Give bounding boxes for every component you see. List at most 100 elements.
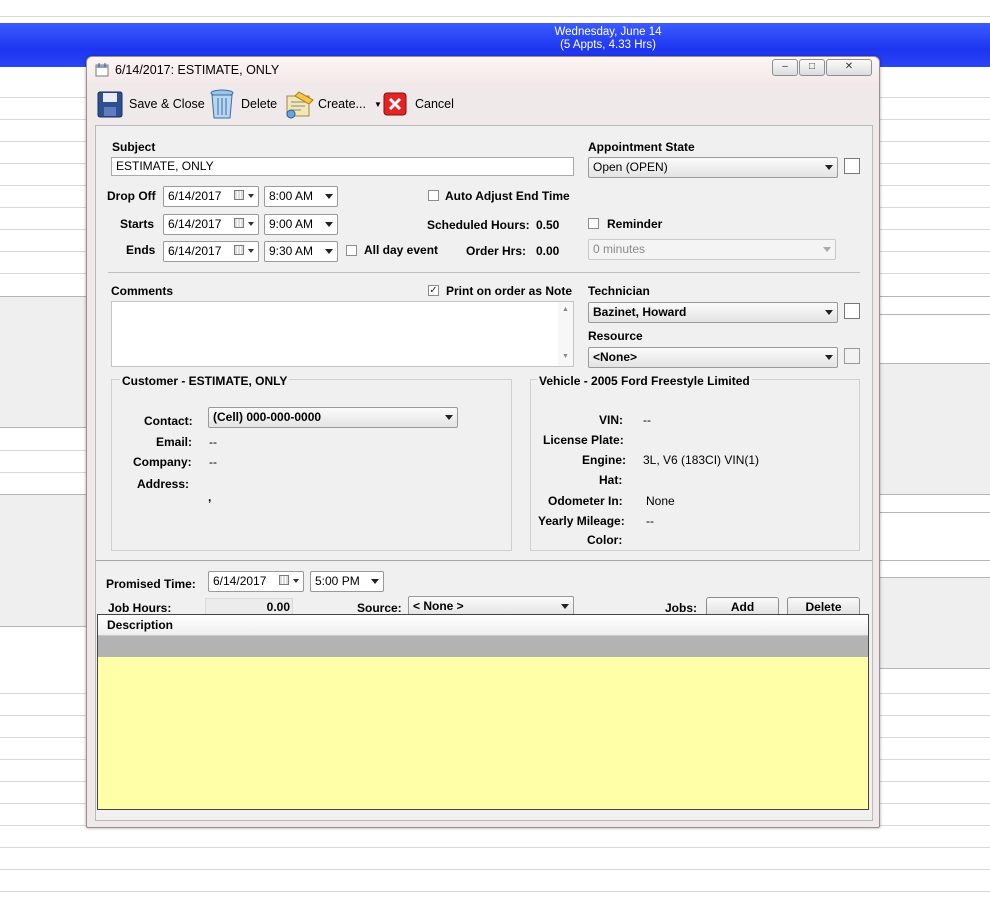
maximize-button[interactable]: □ [799, 59, 825, 76]
print-note-label: Print on order as Note [446, 284, 573, 298]
grid-header: Description [98, 615, 868, 636]
promised-date-value: 6/14/2017 [213, 574, 267, 588]
appointment-state-select[interactable]: Open (OPEN) [588, 157, 838, 178]
chevron-down-icon [823, 247, 831, 252]
engine-value: 3L, V6 (183CI) VIN(1) [643, 453, 760, 467]
close-window-button[interactable]: ✕ [826, 59, 872, 76]
promised-time-label: Promised Time: [106, 577, 196, 591]
source-value: < None > [413, 599, 464, 613]
all-day-label: All day event [364, 243, 439, 257]
print-note-checkbox[interactable]: ✓ [428, 285, 439, 296]
email-label: Email: [156, 435, 193, 449]
dropoff-time-select[interactable]: 8:00 AM [264, 186, 338, 207]
calendar-app-icon [95, 63, 109, 77]
calendar-icon [234, 190, 244, 200]
contact-select[interactable]: (Cell) 000-000-0000 [208, 407, 458, 428]
starts-time-select[interactable]: 9:00 AM [264, 214, 338, 235]
technician-value: Bazinet, Howard [593, 305, 687, 319]
create-label: Create... [318, 97, 366, 111]
reminder-checkbox[interactable] [588, 218, 599, 229]
delete-label: Delete [241, 97, 278, 111]
ends-label: Ends [126, 243, 156, 257]
chevron-down-icon [325, 194, 333, 199]
divider [108, 272, 860, 273]
chevron-down-icon [325, 249, 333, 254]
chevron-down-icon [248, 249, 254, 253]
dropoff-label: Drop Off [107, 189, 156, 203]
vehicle-heading: Vehicle - 2005 Ford Freestyle Limited [537, 374, 752, 388]
company-value: -- [209, 455, 217, 469]
technician-select[interactable]: Bazinet, Howard [588, 302, 838, 323]
scroll-up-icon[interactable]: ▲ [562, 306, 569, 313]
grid-new-row[interactable] [98, 636, 868, 657]
chevron-down-icon [445, 415, 453, 420]
jobs-label: Jobs: [665, 601, 698, 615]
starts-time-value: 9:00 AM [269, 217, 314, 231]
delete-toolbar-button[interactable]: Delete [209, 84, 277, 124]
subject-input[interactable]: ESTIMATE, ONLY [111, 157, 574, 176]
appointment-state-color-box[interactable] [844, 158, 860, 174]
divider [96, 560, 872, 561]
chevron-down-icon [248, 194, 254, 198]
promised-time-select[interactable]: 5:00 PM [310, 571, 384, 592]
comments-textarea[interactable]: ▲ ▼ [111, 301, 574, 367]
technician-color-box[interactable] [844, 303, 860, 319]
calendar-icon [279, 575, 289, 585]
all-day-checkbox[interactable] [346, 245, 357, 256]
description-column-header[interactable]: Description [107, 618, 173, 632]
ends-date-picker[interactable]: 6/14/2017 [163, 241, 259, 262]
appointment-state-label: Appointment State [588, 140, 695, 154]
ends-time-select[interactable]: 9:30 AM [264, 241, 338, 262]
day-heading: Wednesday, June 14 [554, 26, 662, 38]
email-value: -- [209, 435, 217, 449]
promised-date-picker[interactable]: 6/14/2017 [208, 571, 304, 592]
cancel-x-icon [383, 92, 407, 116]
customer-heading: Customer - ESTIMATE, ONLY [120, 374, 290, 388]
source-label: Source: [357, 601, 402, 615]
resource-color-box[interactable] [844, 348, 860, 364]
day-summary: (5 Appts, 4.33 Hrs) [560, 39, 656, 51]
dropoff-date-value: 6/14/2017 [168, 189, 222, 203]
license-plate-label: License Plate: [543, 433, 624, 447]
minimize-button[interactable]: – [772, 59, 798, 76]
address-label: Address: [137, 477, 190, 491]
auto-adjust-label: Auto Adjust End Time [445, 189, 570, 203]
dropoff-date-picker[interactable]: 6/14/2017 [163, 186, 259, 207]
jobs-grid[interactable]: Description [97, 614, 869, 810]
appointment-state-value: Open (OPEN) [593, 160, 668, 174]
odometer-value: None [646, 494, 675, 508]
chevron-down-icon [371, 579, 379, 584]
chevron-down-icon [293, 579, 299, 583]
starts-date-picker[interactable]: 6/14/2017 [163, 214, 259, 235]
reminder-time-select[interactable]: 0 minutes [588, 239, 836, 260]
comments-scrollbar[interactable]: ▲ ▼ [558, 302, 573, 366]
window-titlebar[interactable]: 6/14/2017: ESTIMATE, ONLY – □ ✕ [87, 57, 879, 83]
toolbar: Save & Close Delete Create... ▼ Cancel [93, 84, 873, 124]
address-value: , [208, 490, 212, 504]
scroll-down-icon[interactable]: ▼ [562, 353, 569, 360]
resource-label: Resource [588, 329, 643, 343]
reminder-label: Reminder [607, 217, 663, 231]
subject-label: Subject [112, 140, 156, 154]
order-hrs-value: 0.00 [536, 244, 560, 258]
chevron-down-icon [825, 355, 833, 360]
window-title: 6/14/2017: ESTIMATE, ONLY [115, 63, 280, 77]
cancel-label: Cancel [415, 97, 454, 111]
dropoff-time-value: 8:00 AM [269, 189, 314, 203]
chevron-down-icon [325, 222, 333, 227]
contact-value: (Cell) 000-000-0000 [213, 410, 322, 424]
yearly-mileage-label: Yearly Mileage: [538, 514, 625, 528]
job-hours-label: Job Hours: [108, 601, 172, 615]
vin-value: -- [643, 413, 651, 427]
ends-time-value: 9:30 AM [269, 244, 314, 258]
hat-label: Hat: [599, 473, 623, 487]
create-menu-button[interactable]: Create... ▼ [283, 84, 382, 124]
create-document-icon [286, 91, 314, 119]
auto-adjust-checkbox[interactable] [428, 190, 439, 201]
save-close-button[interactable]: Save & Close [97, 84, 205, 124]
company-label: Company: [133, 455, 192, 469]
contact-label: Contact: [144, 414, 193, 428]
order-hrs-label: Order Hrs: [466, 244, 527, 258]
cancel-button[interactable]: Cancel [383, 84, 454, 124]
resource-select[interactable]: <None> [588, 347, 838, 368]
